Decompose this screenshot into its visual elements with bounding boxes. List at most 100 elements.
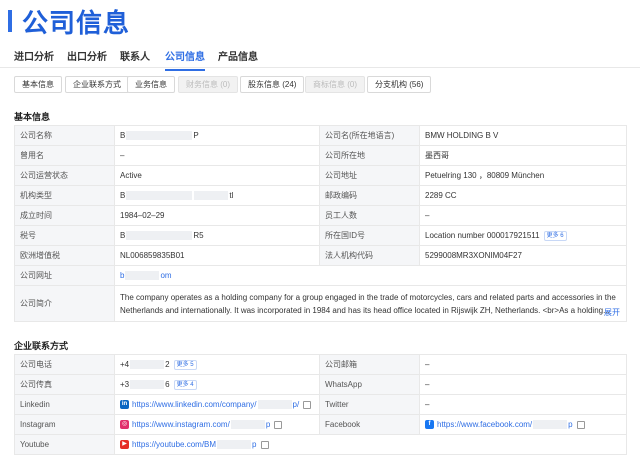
website-label: 公司网址 bbox=[14, 265, 115, 286]
copy-icon[interactable] bbox=[260, 440, 269, 449]
vat-value: NL006859835B01 bbox=[114, 245, 320, 266]
expand-link[interactable]: 展开 bbox=[604, 306, 620, 319]
intro-value: The company operates as a holding compan… bbox=[114, 285, 627, 322]
website-value[interactable]: b om bbox=[114, 265, 627, 286]
redacted-text bbox=[217, 440, 252, 450]
table-row: 机构类型 Btl 邮政编码 2289 CC bbox=[14, 185, 627, 206]
subtab-financial-info: 财务信息 (0) bbox=[178, 76, 238, 93]
tax-id-label: 税号 bbox=[14, 225, 115, 246]
page-header: 公司信息 bbox=[0, 0, 640, 40]
twitter-label: Twitter bbox=[319, 394, 420, 415]
linkedin-icon: in bbox=[120, 400, 129, 410]
tab-contacts[interactable]: 联系人 bbox=[120, 48, 150, 63]
tax-id-value: B R5 bbox=[114, 225, 320, 246]
address-value: Petuelring 130 ，80809 München bbox=[419, 165, 627, 186]
fax-label: 公司传真 bbox=[14, 374, 115, 395]
basic-info-heading: 基本信息 bbox=[14, 112, 51, 122]
table-row: 成立时间 1984–02–29 员工人数 – bbox=[14, 205, 627, 226]
facebook-label: Facebook bbox=[319, 414, 420, 435]
table-row: 税号 B R5 所在国ID号 Location number 0000179215… bbox=[14, 225, 627, 246]
section-filter-tabs: 基本信息 企业联系方式 业务信息 财务信息 (0) 股东信息 (24) 商标信息… bbox=[0, 76, 640, 94]
local-name-value: BMW HOLDING B V bbox=[419, 125, 627, 146]
postcode-label: 邮政编码 bbox=[319, 185, 420, 206]
org-type-label: 机构类型 bbox=[14, 185, 115, 206]
lei-value: 5299008MR3XONIM04F27 bbox=[419, 245, 627, 266]
status-value: Active bbox=[114, 165, 320, 186]
youtube-icon: ▶ bbox=[120, 440, 129, 450]
more-badge[interactable]: 更多 6 bbox=[543, 230, 567, 241]
phone-value: +4 2 更多 5 bbox=[114, 354, 320, 375]
redacted-text bbox=[533, 420, 568, 430]
employees-label: 员工人数 bbox=[319, 205, 420, 226]
subtab-business-info[interactable]: 业务信息 bbox=[127, 76, 175, 93]
local-name-label: 公司名(所在地语言) bbox=[319, 125, 420, 146]
redacted-text bbox=[126, 231, 193, 241]
linkedin-value: in https://www.linkedin.com/company/p/ bbox=[114, 394, 320, 415]
linkedin-label: Linkedin bbox=[14, 394, 115, 415]
whatsapp-label: WhatsApp bbox=[319, 374, 420, 395]
whatsapp-value: – bbox=[419, 374, 627, 395]
redacted-text bbox=[130, 380, 165, 389]
twitter-value: – bbox=[419, 394, 627, 415]
status-label: 公司运营状态 bbox=[14, 165, 115, 186]
company-name-label: 公司名称 bbox=[14, 125, 115, 146]
copy-icon[interactable] bbox=[303, 400, 312, 409]
redacted-text bbox=[130, 360, 165, 369]
subtab-trademark-info: 商标信息 (0) bbox=[305, 76, 365, 93]
website-link[interactable]: b om bbox=[120, 271, 172, 281]
instagram-label: Instagram bbox=[14, 414, 115, 435]
page-title: 公司信息 bbox=[22, 8, 131, 38]
postcode-value: 2289 CC bbox=[419, 185, 627, 206]
table-row: 公司名称 BP 公司名(所在地语言) BMW HOLDING B V bbox=[14, 125, 627, 146]
subtab-contact-info[interactable]: 企业联系方式 bbox=[65, 76, 129, 93]
lei-label: 法人机构代码 bbox=[319, 245, 420, 266]
table-row: Linkedin in https://www.linkedin.com/comp… bbox=[14, 394, 627, 415]
table-row: 公司简介 The company operates as a holding c… bbox=[14, 285, 627, 322]
table-row: 公司电话 +4 2 更多 5 公司邮箱 – bbox=[14, 354, 627, 375]
table-row: 公司网址 b om bbox=[14, 265, 627, 286]
email-value: – bbox=[419, 354, 627, 375]
tab-product-info[interactable]: 产品信息 bbox=[218, 48, 258, 63]
redacted-text bbox=[194, 191, 229, 201]
org-type-value: Btl bbox=[114, 185, 320, 206]
copy-icon[interactable] bbox=[274, 420, 283, 429]
country-id-label: 所在国ID号 bbox=[319, 225, 420, 246]
founded-label: 成立时间 bbox=[14, 205, 115, 226]
title-accent-bar bbox=[8, 10, 12, 32]
phone-label: 公司电话 bbox=[14, 354, 115, 375]
instagram-icon: ◎ bbox=[120, 420, 129, 430]
redacted-text bbox=[126, 131, 193, 141]
linkedin-link[interactable]: https://www.linkedin.com/company/p/ bbox=[132, 400, 299, 410]
subtab-shareholder-info[interactable]: 股东信息 (24) bbox=[240, 76, 305, 93]
redacted-text bbox=[230, 420, 265, 430]
redacted-text bbox=[126, 191, 193, 201]
table-row: Youtube ▶ https://youtube.com/BM p bbox=[14, 434, 627, 455]
location-label: 公司所在地 bbox=[319, 145, 420, 166]
former-name-label: 曾用名 bbox=[14, 145, 115, 166]
subtab-branches[interactable]: 分支机构 (56) bbox=[367, 76, 432, 93]
tab-import-analysis[interactable]: 进口分析 bbox=[14, 48, 54, 63]
vat-label: 欧洲增值税 bbox=[14, 245, 115, 266]
contact-info-table: 公司电话 +4 2 更多 5 公司邮箱 – 公司传真 +3 6 更多 4 WhatsAp… bbox=[14, 354, 627, 455]
contact-info-heading: 企业联系方式 bbox=[14, 341, 69, 351]
redacted-text bbox=[257, 400, 292, 410]
company-name-value: BP bbox=[114, 125, 320, 146]
employees-value: – bbox=[419, 205, 627, 226]
email-label: 公司邮箱 bbox=[319, 354, 420, 375]
tab-company-info[interactable]: 公司信息 bbox=[165, 48, 205, 71]
subtab-basic-info[interactable]: 基本信息 bbox=[14, 76, 62, 93]
tab-export-analysis[interactable]: 出口分析 bbox=[67, 48, 107, 63]
facebook-icon: f bbox=[425, 420, 434, 430]
more-badge[interactable]: 更多 4 bbox=[173, 379, 197, 390]
more-badge[interactable]: 更多 5 bbox=[173, 359, 197, 370]
basic-info-table: 公司名称 BP 公司名(所在地语言) BMW HOLDING B V 曾用名 –… bbox=[14, 125, 627, 322]
facebook-link[interactable]: https://www.facebook.com/p bbox=[437, 420, 573, 430]
facebook-value: f https://www.facebook.com/p bbox=[419, 414, 627, 435]
youtube-link[interactable]: https://youtube.com/BM p bbox=[132, 440, 257, 450]
copy-icon[interactable] bbox=[576, 420, 585, 429]
table-row: Instagram ◎ https://www.instagram.com/p F… bbox=[14, 414, 627, 435]
fax-value: +3 6 更多 4 bbox=[114, 374, 320, 395]
instagram-link[interactable]: https://www.instagram.com/p bbox=[132, 420, 270, 430]
table-row: 公司传真 +3 6 更多 4 WhatsApp – bbox=[14, 374, 627, 395]
intro-label: 公司简介 bbox=[14, 285, 115, 322]
